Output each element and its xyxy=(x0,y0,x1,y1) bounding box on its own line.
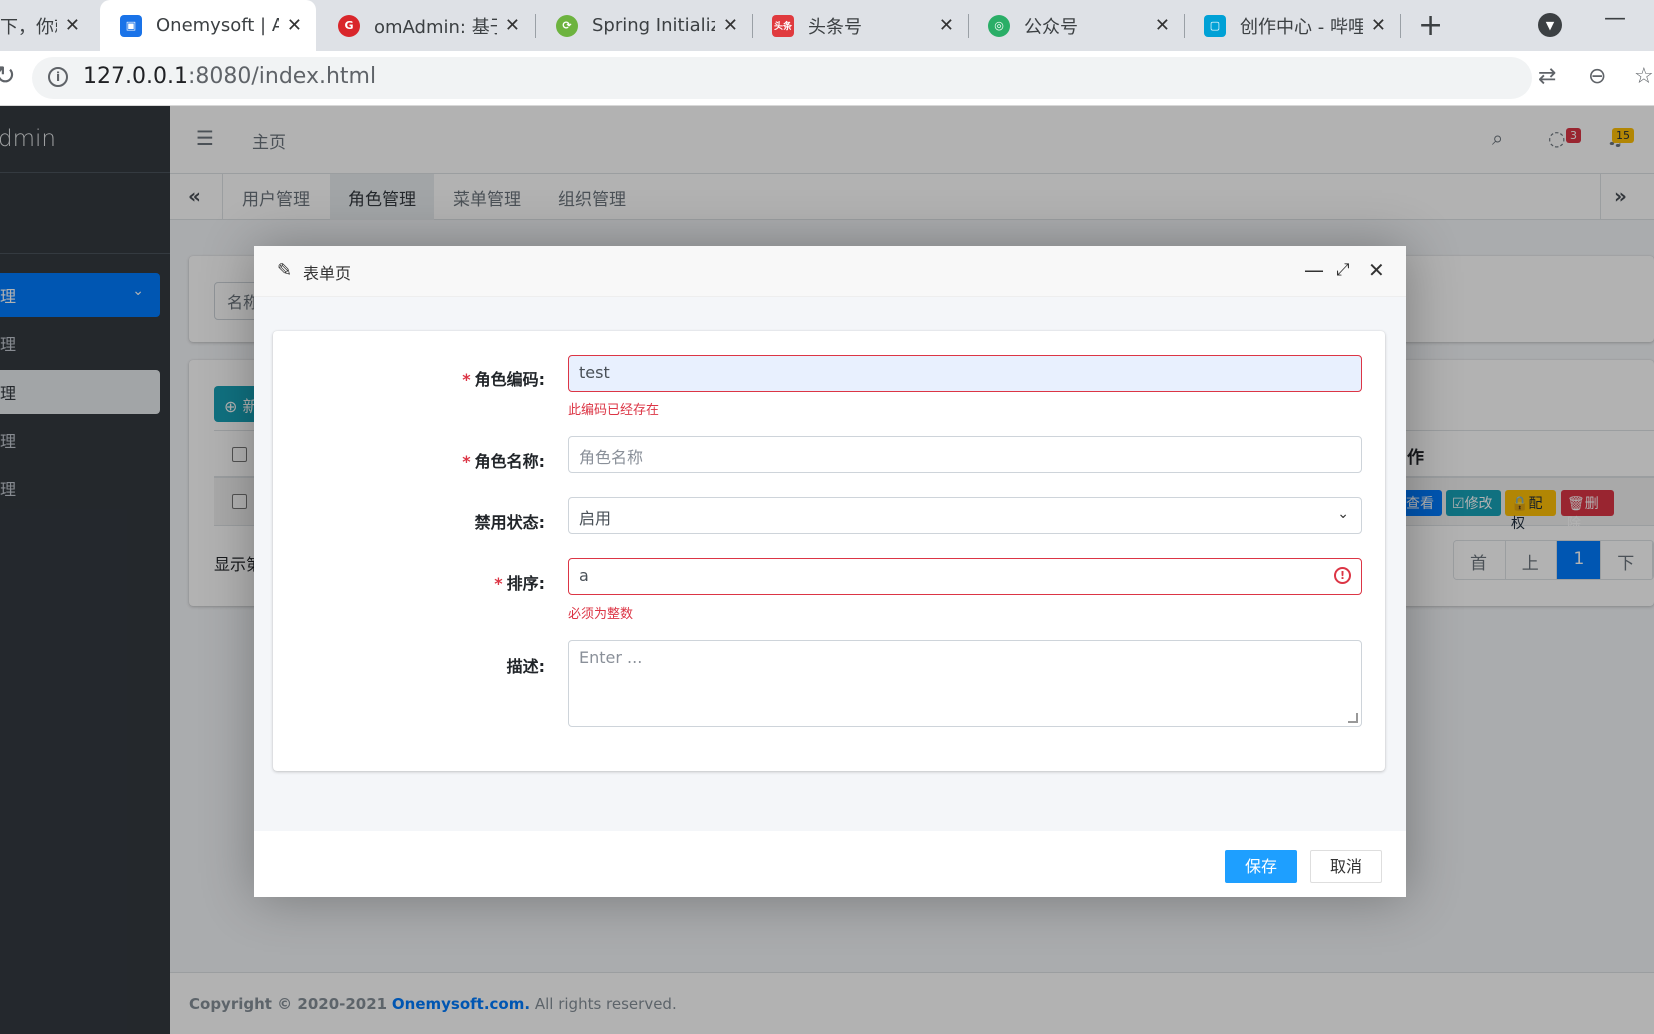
url-text[interactable]: 127.0.0.1:8080/index.html xyxy=(83,64,376,89)
spring-favicon-icon: ⟳ xyxy=(556,14,578,37)
new-tab-icon[interactable]: + xyxy=(1418,8,1443,43)
save-button[interactable]: 保存 xyxy=(1225,850,1297,883)
zoom-out-icon[interactable]: ⊖ xyxy=(1588,64,1606,89)
error-icon: ! xyxy=(1334,567,1351,584)
minimize-window-icon[interactable]: — xyxy=(1604,6,1626,31)
form-dialog: ✎ 表单页 — ⤢ ✕ * 角色编码: test 此编码已经存在 * 角色名称: 角… xyxy=(254,246,1406,897)
description-label: 描述: xyxy=(506,657,545,676)
status-label: 禁用状态: xyxy=(474,513,545,532)
browser-tab-4[interactable]: 头条 头条号 ✕ xyxy=(752,0,968,51)
required-mark: * xyxy=(462,370,471,389)
dialog-title: 表单页 xyxy=(303,264,352,283)
tab-title: 公众号 xyxy=(1024,16,1078,38)
browser-tab-1[interactable]: ▣ Onemysoft | A ✕ xyxy=(100,0,316,51)
close-icon[interactable]: ✕ xyxy=(723,15,738,36)
url-path: :8080/index.html xyxy=(187,64,377,89)
resize-handle-icon[interactable] xyxy=(1348,713,1358,723)
toutiao-favicon-icon: 头条 xyxy=(772,14,794,37)
close-icon[interactable]: ✕ xyxy=(1368,258,1385,282)
gitee-favicon-icon: G xyxy=(338,14,360,37)
close-icon[interactable]: ✕ xyxy=(287,15,302,36)
role-code-error: 此编码已经存在 xyxy=(568,403,660,418)
edit-icon: ✎ xyxy=(277,260,293,281)
site-info-icon[interactable]: i xyxy=(48,67,68,87)
dialog-body: * 角色编码: test 此编码已经存在 * 角色名称: 角色名称 禁用状态: 启用… xyxy=(254,297,1406,831)
browser-tab-3[interactable]: ⟳ Spring Initializ ✕ xyxy=(536,0,752,51)
description-textarea[interactable]: Enter ... xyxy=(568,640,1362,727)
wechat-favicon-icon: ◎ xyxy=(988,14,1010,37)
bilibili-favicon-icon: ▢ xyxy=(1204,14,1226,37)
tab-title: Spring Initializ xyxy=(592,15,715,36)
chevron-down-icon: ⌄ xyxy=(1337,506,1349,522)
tab-title: 创作中心 - 哔哩 xyxy=(1240,16,1363,38)
close-icon[interactable]: ✕ xyxy=(1155,15,1170,36)
description-placeholder: Enter ... xyxy=(579,648,643,667)
close-icon[interactable]: ✕ xyxy=(1371,15,1386,36)
required-mark: * xyxy=(494,574,503,593)
browser-tab-2[interactable]: G omAdmin: 基于 ✕ xyxy=(318,0,534,51)
tab-search-icon[interactable]: ▼ xyxy=(1538,13,1562,37)
browser-tab-5[interactable]: ◎ 公众号 ✕ xyxy=(968,0,1184,51)
required-mark: * xyxy=(462,452,471,471)
tab-separator xyxy=(1400,14,1401,38)
order-label: * 排序: xyxy=(494,570,545,594)
role-name-label: * 角色名称: xyxy=(462,448,545,472)
status-select[interactable]: 启用 ⌄ xyxy=(568,497,1362,534)
reload-icon[interactable]: ↻ xyxy=(0,61,16,91)
form-card: * 角色编码: test 此编码已经存在 * 角色名称: 角色名称 禁用状态: 启用… xyxy=(273,331,1385,771)
browser-tab-bar: 下，你就 ✕ ▣ Onemysoft | A ✕ G omAdmin: 基于 ✕… xyxy=(0,0,1654,51)
minimize-icon[interactable]: — xyxy=(1304,258,1324,282)
order-input-value: a xyxy=(579,566,589,585)
dialog-title-bar[interactable]: ✎ 表单页 — ⤢ ✕ xyxy=(254,246,1406,297)
tab-title: 头条号 xyxy=(808,16,862,38)
tab-title: Onemysoft | A xyxy=(156,15,279,36)
dialog-footer: 保存 取消 xyxy=(254,831,1406,897)
translate-icon[interactable]: ⇄ xyxy=(1538,64,1556,89)
bookmark-star-icon[interactable]: ☆ xyxy=(1634,64,1654,89)
status-select-value: 启用 xyxy=(579,509,612,528)
cancel-button[interactable]: 取消 xyxy=(1310,850,1382,883)
close-icon[interactable]: ✕ xyxy=(65,15,80,36)
role-code-label: * 角色编码: xyxy=(462,366,545,390)
browser-tab-6[interactable]: ▢ 创作中心 - 哔哩 ✕ xyxy=(1184,0,1400,51)
role-code-label-text: 角色编码: xyxy=(474,370,545,389)
order-label-text: 排序: xyxy=(506,574,545,593)
page-favicon-icon: ▣ xyxy=(120,14,142,37)
role-name-input[interactable]: 角色名称 xyxy=(568,436,1362,473)
tab-title: 下，你就 xyxy=(0,16,57,38)
browser-tab-0[interactable]: 下，你就 ✕ xyxy=(0,0,94,51)
tab-title: omAdmin: 基于 xyxy=(374,16,497,38)
close-icon[interactable]: ✕ xyxy=(939,15,954,36)
close-icon[interactable]: ✕ xyxy=(505,15,520,36)
order-error: 必须为整数 xyxy=(568,607,634,622)
order-input[interactable]: a ! xyxy=(568,558,1362,595)
role-name-label-text: 角色名称: xyxy=(474,452,545,471)
url-host: 127.0.0.1 xyxy=(83,64,188,89)
maximize-icon[interactable]: ⤢ xyxy=(1336,260,1350,280)
role-code-input[interactable]: test xyxy=(568,355,1362,392)
